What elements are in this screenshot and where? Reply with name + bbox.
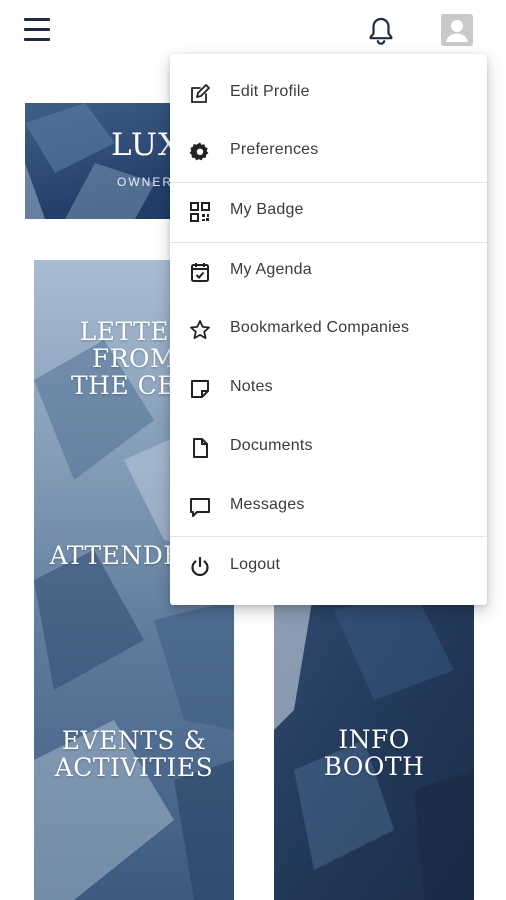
menu-item-label: Messages: [230, 496, 305, 513]
gear-icon: [188, 140, 212, 164]
edit-icon: [188, 82, 212, 106]
tile-events-activities[interactable]: EVENTS & ACTIVITIES: [34, 727, 234, 781]
menu-item-label: Preferences: [230, 141, 319, 158]
menu-item-edit-profile[interactable]: Edit Profile: [170, 68, 487, 120]
menu-item-label: My Badge: [230, 201, 304, 218]
right-tile-column: INFO BOOTH: [274, 590, 474, 900]
document-icon: [188, 436, 212, 460]
menu-item-messages[interactable]: Messages: [170, 481, 487, 533]
menu-item-label: Bookmarked Companies: [230, 319, 410, 336]
avatar-icon[interactable]: [441, 14, 473, 46]
bell-icon[interactable]: [364, 14, 398, 48]
hamburger-menu-icon[interactable]: [24, 18, 52, 44]
qr-code-icon: [188, 200, 212, 224]
profile-dropdown-menu: Edit Profile Preferences My Badge My Age…: [170, 54, 487, 605]
note-icon: [188, 377, 212, 401]
menu-divider: [170, 182, 487, 183]
menu-divider: [170, 242, 487, 243]
menu-item-logout[interactable]: Logout: [170, 541, 487, 593]
power-icon: [188, 555, 212, 579]
menu-item-preferences[interactable]: Preferences: [170, 126, 487, 178]
menu-item-label: Notes: [230, 378, 273, 395]
menu-item-label: Edit Profile: [230, 83, 310, 100]
menu-item-bookmarked-companies[interactable]: Bookmarked Companies: [170, 304, 487, 356]
top-app-bar: [0, 0, 506, 62]
menu-item-my-agenda[interactable]: My Agenda: [170, 246, 487, 298]
menu-item-documents[interactable]: Documents: [170, 422, 487, 474]
menu-item-label: Logout: [230, 556, 281, 573]
menu-divider: [170, 536, 487, 537]
tile-info-booth[interactable]: INFO BOOTH: [274, 726, 474, 780]
menu-item-label: Documents: [230, 437, 313, 454]
menu-item-my-badge[interactable]: My Badge: [170, 186, 487, 238]
message-icon: [188, 495, 212, 519]
calendar-check-icon: [188, 260, 212, 284]
star-icon: [188, 318, 212, 342]
menu-item-notes[interactable]: Notes: [170, 363, 487, 415]
menu-item-label: My Agenda: [230, 261, 312, 278]
